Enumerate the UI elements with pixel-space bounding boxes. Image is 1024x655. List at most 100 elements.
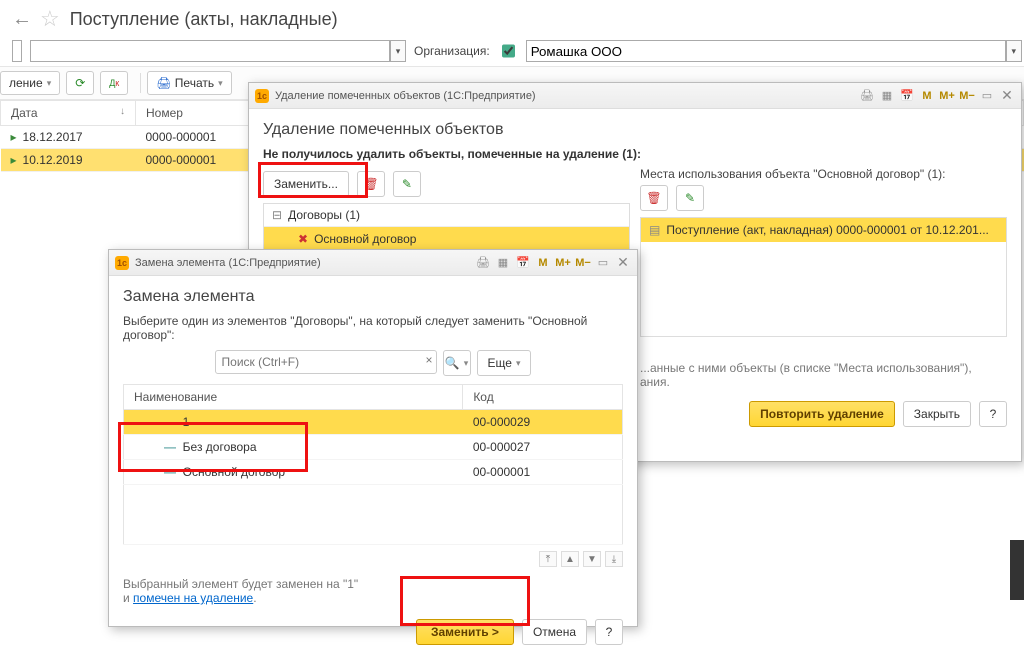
tree-item-label: Основной договор: [314, 232, 416, 246]
m-plus-button[interactable]: M+: [939, 88, 955, 104]
col-num[interactable]: Номер: [136, 101, 256, 126]
objects-tree[interactable]: ⊟ Договоры (1) ✖ Основной договор: [263, 203, 630, 252]
usage-delete-icon[interactable]: 🗑: [640, 185, 668, 211]
app-logo-icon: 1c: [255, 89, 269, 103]
row-date: 10.12.2019: [23, 153, 83, 167]
row-date: 18.12.2017: [23, 130, 83, 144]
collapse-icon[interactable]: ⊟: [272, 208, 282, 222]
calc-titlebar-icon[interactable]: ▦: [495, 255, 511, 271]
refresh-icon[interactable]: ⟳: [66, 71, 94, 95]
m-minus-button[interactable]: M−: [575, 255, 591, 271]
nav-up-icon[interactable]: ▲: [561, 551, 579, 567]
item-icon: —: [164, 465, 176, 479]
item-icon: —: [164, 415, 176, 429]
action-button[interactable]: ление▾: [0, 71, 60, 95]
cancel-button[interactable]: Отмена: [522, 619, 587, 645]
org-checkbox[interactable]: [502, 44, 515, 58]
crop-edge: [1010, 540, 1024, 600]
nav-first-icon[interactable]: ⤒: [539, 551, 557, 567]
calendar-titlebar-icon[interactable]: 📅: [899, 88, 915, 104]
search-input[interactable]: [215, 350, 437, 374]
tree-group-label: Договоры (1): [288, 208, 360, 222]
col-code[interactable]: Код: [463, 385, 623, 410]
marked-delete-icon: ✖: [298, 232, 308, 246]
item-name: Основной договор: [183, 465, 285, 479]
delete-dialog-frame-title: Удаление помеченных объектов (1С:Предпри…: [275, 90, 536, 102]
usage-list-item[interactable]: ▤ Поступление (акт, накладная) 0000-0000…: [641, 218, 1006, 242]
filter-2[interactable]: [30, 40, 390, 62]
tree-item[interactable]: ✖ Основной договор: [264, 227, 629, 251]
help-button[interactable]: ?: [595, 619, 623, 645]
m-minus-button[interactable]: M−: [959, 88, 975, 104]
edit-icon-button[interactable]: ✎: [393, 171, 421, 197]
search-icon-button[interactable]: 🔍▾: [443, 350, 471, 376]
posted-doc-icon: ▸: [11, 153, 17, 167]
debit-credit-icon[interactable]: Дк: [100, 71, 128, 95]
row-num: 0000-000001: [136, 126, 256, 149]
clear-search-icon[interactable]: ×: [426, 353, 433, 367]
mark-for-deletion-link[interactable]: помечен на удаление: [133, 591, 253, 605]
posted-doc-icon: ▸: [11, 130, 17, 144]
tree-group[interactable]: ⊟ Договоры (1): [264, 204, 629, 227]
org-dropdown[interactable]: ▾: [1006, 40, 1022, 62]
repeat-delete-button[interactable]: Повторить удаление: [749, 401, 895, 427]
close-icon[interactable]: ✕: [999, 88, 1015, 104]
minimize-icon[interactable]: ▭: [595, 255, 611, 271]
org-field[interactable]: [526, 40, 1006, 62]
action-button-label: ление: [9, 76, 43, 90]
item-icon: —: [164, 440, 176, 454]
delete-dialog-subtitle: Не получилось удалить объекты, помеченны…: [263, 147, 1007, 161]
replace-dialog-titlebar[interactable]: 1c Замена элемента (1С:Предприятие) 🖨 ▦ …: [109, 250, 637, 276]
delete-icon-button[interactable]: 🗑: [357, 171, 385, 197]
minimize-icon[interactable]: ▭: [979, 88, 995, 104]
app-logo-icon: 1c: [115, 256, 129, 270]
replace-note: Выбранный элемент будет заменен на "1": [123, 577, 358, 591]
nav-down-icon[interactable]: ▼: [583, 551, 601, 567]
print-titlebar-icon[interactable]: 🖨: [475, 255, 491, 271]
more-button[interactable]: Еще▾: [477, 350, 532, 376]
print-titlebar-icon[interactable]: 🖨: [859, 88, 875, 104]
list-item[interactable]: — Без договора 00-000027: [124, 435, 623, 460]
replace-button[interactable]: Заменить...: [263, 171, 349, 197]
delete-dialog-titlebar[interactable]: 1c Удаление помеченных объектов (1С:Пред…: [249, 83, 1021, 109]
replace-dialog-title: Замена элемента: [123, 288, 623, 306]
item-name: 1: [183, 415, 190, 429]
replace-note-link-prefix: и: [123, 591, 133, 605]
item-code: 00-000027: [463, 435, 623, 460]
back-arrow-icon[interactable]: ←: [12, 8, 32, 31]
list-item[interactable]: — 1 00-000029: [124, 410, 623, 435]
usage-item-label: Поступление (акт, накладная) 0000-000001…: [666, 223, 989, 237]
item-code: 00-000029: [463, 410, 623, 435]
nav-last-icon[interactable]: ⤓: [605, 551, 623, 567]
toolbar-separator: [140, 73, 141, 93]
close-button[interactable]: Закрыть: [903, 401, 971, 427]
close-icon[interactable]: ✕: [615, 255, 631, 271]
m-button[interactable]: M: [919, 88, 935, 104]
favorite-star-icon[interactable]: ☆: [40, 6, 60, 32]
filter-1[interactable]: [12, 40, 22, 62]
m-button[interactable]: M: [535, 255, 551, 271]
filter-2-dropdown[interactable]: ▾: [390, 40, 406, 62]
delete-dialog-title: Удаление помеченных объектов: [263, 121, 1007, 139]
item-code: 00-000001: [463, 460, 623, 485]
delete-note-2: ания.: [640, 375, 1007, 389]
calc-titlebar-icon[interactable]: ▦: [879, 88, 895, 104]
usage-edit-icon[interactable]: ✎: [676, 185, 704, 211]
m-plus-button[interactable]: M+: [555, 255, 571, 271]
col-name[interactable]: Наименование: [124, 385, 463, 410]
list-item[interactable]: — Основной договор 00-000001: [124, 460, 623, 485]
delete-note-1: ...анные с ними объекты (в списке "Места…: [640, 361, 1007, 375]
col-date[interactable]: Дата↓: [1, 101, 136, 126]
item-name: Без договора: [183, 440, 257, 454]
usage-list[interactable]: ▤ Поступление (акт, накладная) 0000-0000…: [640, 217, 1007, 337]
usage-places-label: Места использования объекта "Основной до…: [640, 167, 1007, 181]
org-label: Организация:: [414, 44, 490, 58]
page-title: Поступление (акты, накладные): [70, 9, 338, 30]
print-button[interactable]: 🖨 Печать▾: [147, 71, 231, 95]
replace-instruction: Выберите один из элементов "Договоры", н…: [123, 314, 623, 342]
calendar-titlebar-icon[interactable]: 📅: [515, 255, 531, 271]
replace-dialog: 1c Замена элемента (1С:Предприятие) 🖨 ▦ …: [108, 249, 638, 627]
replace-go-button[interactable]: Заменить >: [416, 619, 514, 645]
document-icon: ▤: [649, 223, 660, 237]
help-button[interactable]: ?: [979, 401, 1007, 427]
